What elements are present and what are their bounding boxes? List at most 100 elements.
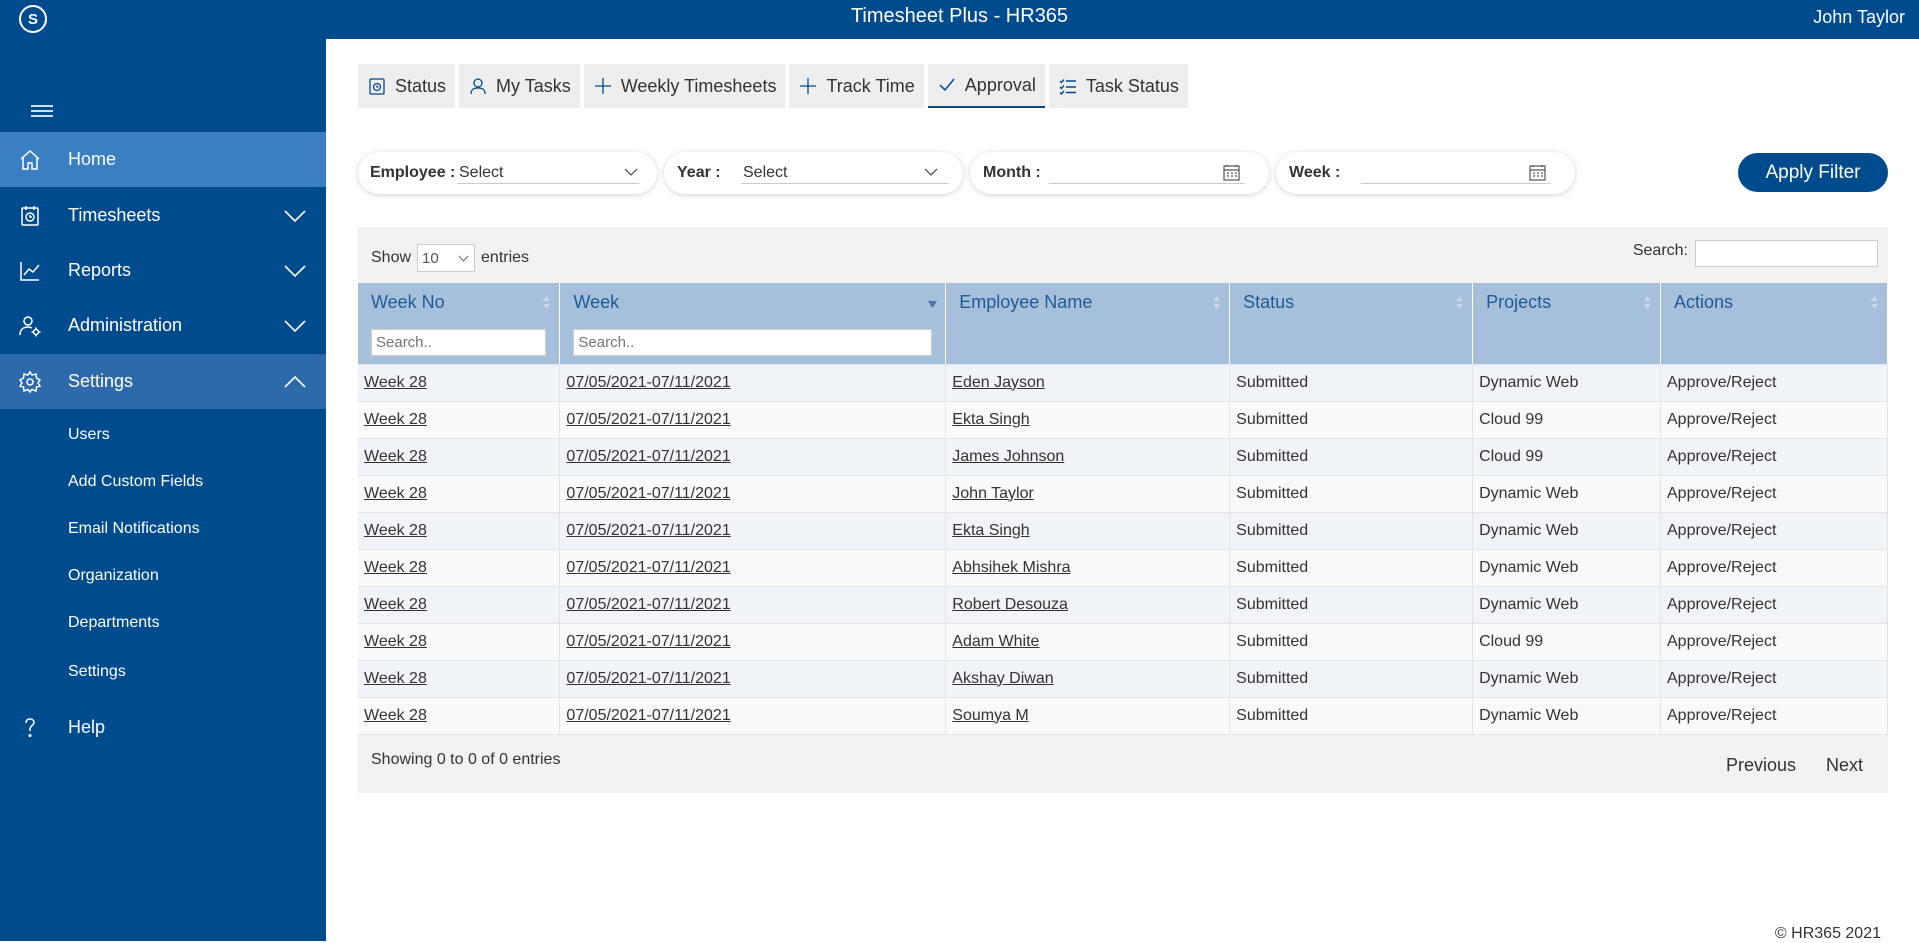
employee-name-link[interactable]: Robert Desouza (952, 596, 1068, 613)
sidebar-item-settings[interactable]: Settings (0, 354, 326, 409)
sidebar-item-timesheets[interactable]: Timesheets (0, 188, 326, 243)
tab-task-status[interactable]: Task Status (1048, 64, 1188, 108)
week-no-link[interactable]: Week 28 (364, 448, 427, 465)
week-cell: 07/05/2021-07/11/2021 (559, 660, 947, 698)
week-link[interactable]: 07/05/2021-07/11/2021 (566, 522, 730, 539)
sidebar-sub-add-custom-fields[interactable]: Add Custom Fields (68, 473, 203, 491)
employee-name-link[interactable]: Ekta Singh (952, 522, 1029, 539)
week-no-link[interactable]: Week 28 (364, 485, 427, 502)
week-link[interactable]: 07/05/2021-07/11/2021 (566, 559, 730, 576)
week-filter[interactable]: Week : (1276, 152, 1575, 194)
employee-name-link[interactable]: John Taylor (952, 485, 1034, 502)
week-no-link[interactable]: Week 28 (364, 522, 427, 539)
employee-name-link[interactable]: Eden Jayson (952, 374, 1045, 391)
column-header-week[interactable]: Week (559, 283, 947, 321)
sidebar-item-help[interactable]: Help (0, 700, 326, 755)
actions-cell[interactable]: Approve/Reject (1660, 660, 1888, 698)
column-header-employee-name[interactable]: Employee Name (945, 283, 1231, 321)
actions-cell[interactable]: Approve/Reject (1660, 549, 1888, 587)
previous-button[interactable]: Previous (1726, 755, 1796, 776)
week-link[interactable]: 07/05/2021-07/11/2021 (566, 596, 730, 613)
actions-cell[interactable]: Approve/Reject (1660, 438, 1888, 476)
sidebar-sub-email-notifications[interactable]: Email Notifications (68, 520, 200, 538)
column-header-actions[interactable]: Actions (1660, 283, 1888, 321)
employee-name-link[interactable]: Ekta Singh (952, 411, 1029, 428)
employee-name-link[interactable]: Soumya M (952, 707, 1028, 724)
week-search-input[interactable] (573, 328, 933, 356)
week-link[interactable]: 07/05/2021-07/11/2021 (566, 670, 730, 687)
week-link[interactable]: 07/05/2021-07/11/2021 (566, 485, 730, 502)
employee-name-link[interactable]: Adam White (952, 633, 1039, 650)
chevron-down-icon (284, 319, 306, 332)
week-no-cell: Week 28 (358, 549, 561, 587)
table-search-label: Search: (1632, 242, 1688, 259)
week-link[interactable]: 07/05/2021-07/11/2021 (566, 448, 730, 465)
actions-cell[interactable]: Approve/Reject (1660, 697, 1888, 735)
week-cell: 07/05/2021-07/11/2021 (559, 697, 947, 735)
sidebar-sub-organization[interactable]: Organization (68, 567, 159, 585)
column-header-week-no[interactable]: Week No (358, 283, 561, 321)
tab-track-time[interactable]: Track Time (789, 64, 924, 108)
status-cell: Submitted (1229, 586, 1474, 624)
week-no-link[interactable]: Week 28 (364, 707, 427, 724)
sidebar-sub-settings[interactable]: Settings (68, 663, 126, 681)
chart-icon (20, 261, 40, 281)
employee-name-link[interactable]: James Johnson (952, 448, 1064, 465)
actions-cell[interactable]: Approve/Reject (1660, 364, 1888, 402)
entries-length-control: Show 10 entries (371, 244, 529, 272)
actions-cell[interactable]: Approve/Reject (1660, 586, 1888, 624)
month-filter[interactable]: Month : (970, 152, 1269, 194)
tab-weekly-timesheets[interactable]: Weekly Timesheets (583, 64, 786, 108)
week-link[interactable]: 07/05/2021-07/11/2021 (566, 633, 730, 650)
week-no-link[interactable]: Week 28 (364, 633, 427, 650)
hamburger-menu-icon[interactable] (31, 105, 53, 119)
calendar-icon[interactable] (1529, 164, 1546, 181)
status-cell: Submitted (1229, 364, 1474, 402)
tab-my-tasks[interactable]: My Tasks (459, 64, 580, 108)
employee-select[interactable]: Select (459, 164, 503, 182)
tab-status[interactable]: Status (358, 64, 456, 108)
employee-filter-label: Employee : (370, 164, 456, 181)
week-no-link[interactable]: Week 28 (364, 559, 427, 576)
calendar-icon[interactable] (1223, 164, 1240, 181)
column-header-projects[interactable]: Projects (1472, 283, 1661, 321)
divider (741, 183, 949, 184)
sidebar-item-administration[interactable]: Administration (0, 298, 326, 353)
sidebar-sub-departments[interactable]: Departments (68, 614, 160, 632)
sidebar-item-reports[interactable]: Reports (0, 243, 326, 298)
sidebar-item-home[interactable]: Home (0, 132, 326, 187)
year-filter[interactable]: Year : Select (664, 152, 963, 194)
year-filter-label: Year : (677, 164, 721, 181)
actions-cell[interactable]: Approve/Reject (1660, 512, 1888, 550)
tab-approval[interactable]: Approval (927, 64, 1045, 108)
employee-name-link[interactable]: Abhsihek Mishra (952, 559, 1070, 576)
sidebar-item-label: Reports (68, 260, 132, 280)
employee-name-link[interactable]: Akshay Diwan (952, 670, 1053, 687)
employee-name-cell: Eden Jayson (945, 364, 1231, 402)
table-search-input[interactable] (1695, 240, 1878, 267)
actions-cell[interactable]: Approve/Reject (1660, 475, 1888, 513)
week-no-link[interactable]: Week 28 (364, 670, 427, 687)
week-no-cell: Week 28 (358, 623, 561, 661)
column-header-status[interactable]: Status (1229, 283, 1474, 321)
week-no-search-input[interactable] (371, 328, 547, 356)
column-header-label: Projects (1486, 291, 1552, 312)
year-select[interactable]: Select (743, 164, 787, 182)
week-link[interactable]: 07/05/2021-07/11/2021 (566, 707, 730, 724)
next-button[interactable]: Next (1826, 755, 1863, 776)
actions-cell[interactable]: Approve/Reject (1660, 623, 1888, 661)
week-no-link[interactable]: Week 28 (364, 411, 427, 428)
actions-cell[interactable]: Approve/Reject (1660, 401, 1888, 439)
week-link[interactable]: 07/05/2021-07/11/2021 (566, 411, 730, 428)
week-link[interactable]: 07/05/2021-07/11/2021 (566, 374, 730, 391)
week-no-link[interactable]: Week 28 (364, 596, 427, 613)
week-no-link[interactable]: Week 28 (364, 374, 427, 391)
column-header-label: Employee Name (959, 291, 1093, 312)
week-no-cell: Week 28 (358, 512, 561, 550)
apply-filter-button[interactable]: Apply Filter (1738, 153, 1888, 192)
user-name[interactable]: John Taylor (1813, 7, 1905, 28)
sidebar-sub-users[interactable]: Users (68, 426, 110, 444)
entries-select[interactable]: 10 (417, 244, 476, 272)
table-row: Week 28 07/05/2021-07/11/2021 Robert Desou… (358, 586, 1888, 624)
employee-filter[interactable]: Employee : Select (358, 152, 657, 194)
